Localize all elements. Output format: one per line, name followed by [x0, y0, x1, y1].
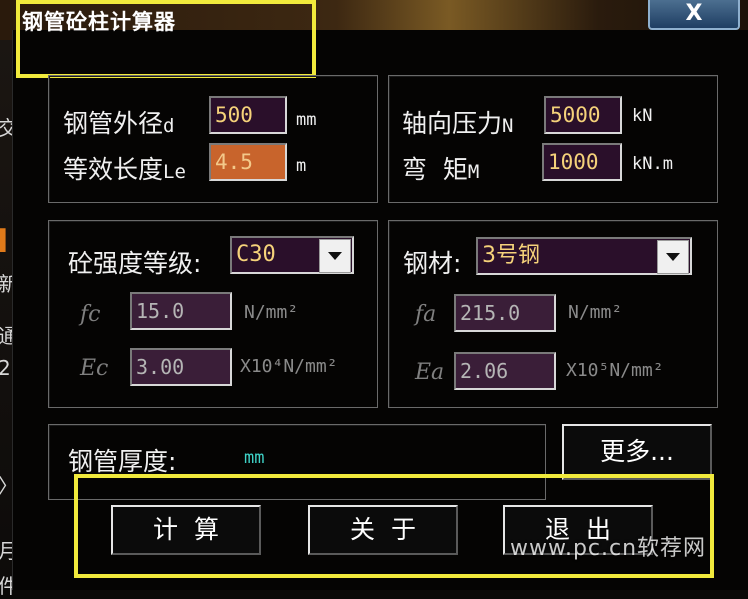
axial-unit: kN: [632, 106, 653, 126]
concrete-grade-label: 砼强度等级:: [68, 249, 202, 278]
diameter-input[interactable]: [209, 96, 287, 134]
fa-unit: N/mm²: [568, 302, 623, 323]
thickness-label: 钢管厚度:: [68, 447, 177, 476]
length-label: 等效长度Le: [63, 150, 186, 186]
ea-field: [454, 352, 556, 390]
moment-label: 弯 矩M: [402, 150, 479, 186]
length-label-text: 等效长度: [63, 155, 164, 184]
chevron-down-icon[interactable]: [319, 239, 351, 273]
diameter-unit: mm: [296, 110, 317, 130]
axial-label: 轴向压力N: [402, 104, 513, 140]
chevron-down-icon[interactable]: [657, 240, 689, 274]
fa-label: fa: [415, 302, 437, 327]
fc-field: [130, 292, 232, 330]
watermark: www.pc.cn软荐网: [510, 536, 707, 561]
moment-unit: kN.m: [632, 154, 673, 174]
title-highlight-box: [16, 0, 316, 78]
thickness-unit: mm: [244, 448, 265, 468]
fc-unit: N/mm²: [244, 302, 299, 323]
fc-label: fc: [80, 302, 101, 327]
ea-label: Ea: [415, 360, 445, 385]
steel-select[interactable]: 3号钢: [476, 237, 692, 275]
length-input[interactable]: [209, 143, 287, 181]
length-symbol: Le: [163, 161, 186, 183]
axial-label-text: 轴向压力: [402, 109, 503, 138]
more-button[interactable]: 更多...: [562, 424, 712, 480]
concrete-grade-value: C30: [236, 242, 276, 267]
length-unit: m: [296, 156, 307, 176]
axial-symbol: N: [502, 115, 514, 137]
steel-label: 钢材:: [403, 249, 462, 278]
moment-label-text: 弯 矩: [402, 155, 468, 184]
about-button[interactable]: 关 于: [308, 505, 458, 555]
diameter-label: 钢管外径d: [63, 104, 174, 140]
diameter-label-text: 钢管外径: [63, 109, 164, 138]
diameter-symbol: d: [163, 115, 175, 137]
moment-symbol: M: [467, 161, 480, 183]
concrete-grade-select[interactable]: C30: [230, 236, 354, 274]
moment-input[interactable]: [542, 143, 622, 181]
ec-label: Ec: [80, 356, 109, 381]
ec-field: [130, 348, 232, 386]
steel-value: 3号钢: [482, 243, 540, 268]
desktop-background-left: 交 ▌ 新 通 2 〉 月 件: [0, 40, 14, 598]
axial-force-input[interactable]: [544, 96, 622, 134]
ea-unit: X10⁵N/mm²: [566, 360, 664, 381]
fa-field: [454, 294, 556, 332]
calculate-button[interactable]: 计 算: [111, 505, 261, 555]
close-button[interactable]: X: [648, 0, 740, 30]
ec-unit: X10⁴N/mm²: [240, 356, 338, 377]
